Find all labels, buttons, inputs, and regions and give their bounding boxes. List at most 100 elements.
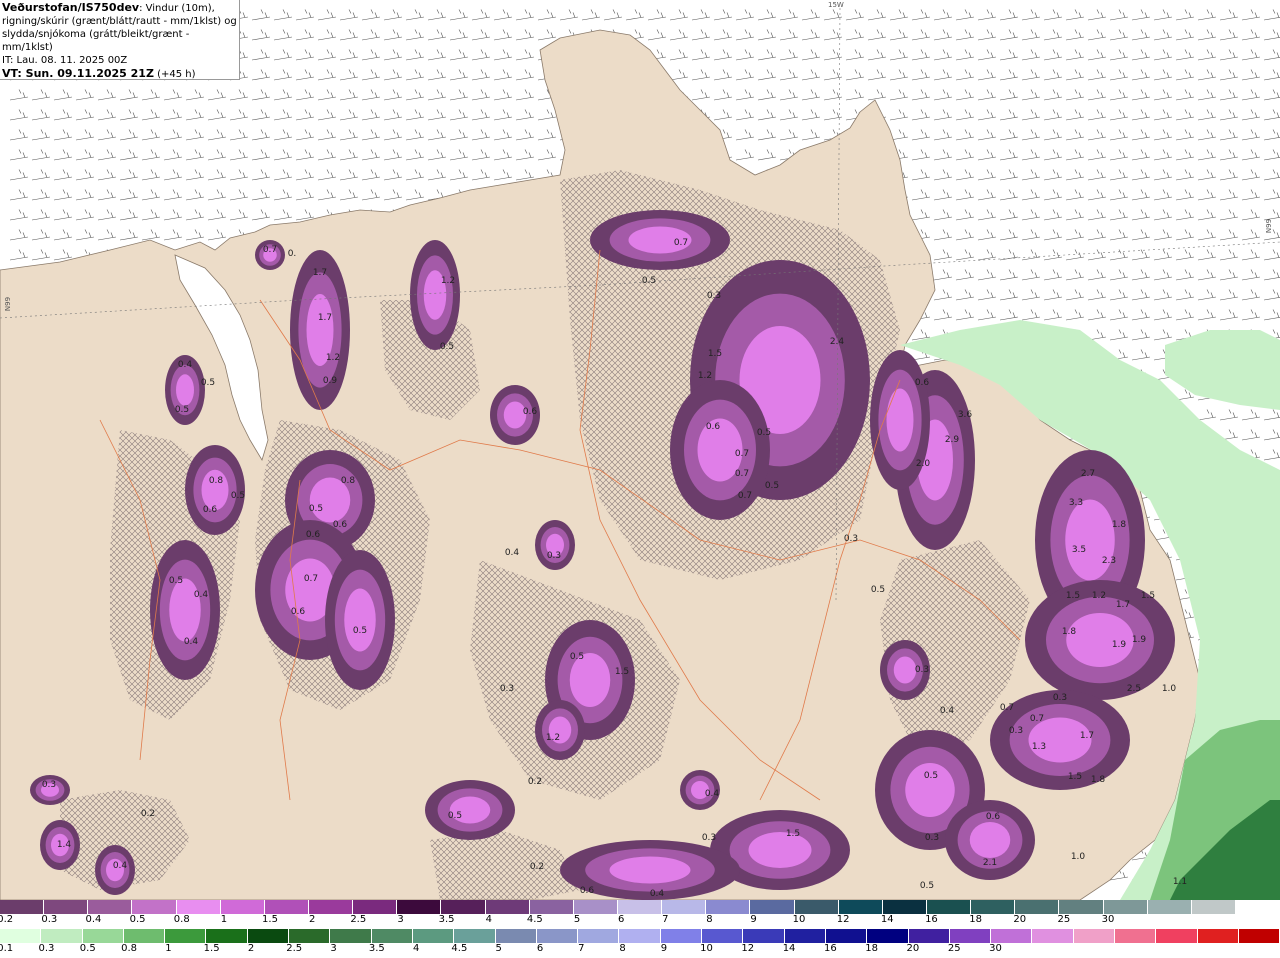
legend-tick-label: 14	[880, 914, 894, 925]
precip-value-label: 1.5	[708, 349, 722, 359]
legend-swatch	[750, 900, 795, 914]
legend-swatch	[1235, 900, 1280, 914]
precip-value-label: 0.5	[642, 276, 656, 286]
precip-value-label: 1.7	[1080, 731, 1094, 741]
snow-blob	[169, 578, 201, 642]
precip-value-label: 1.5	[615, 667, 629, 677]
legend-swatch	[1191, 900, 1236, 914]
legend-swatch	[132, 900, 177, 914]
legend-swatch	[41, 929, 83, 943]
legend-swatch	[617, 900, 663, 914]
legend-tick-label: 2.5	[286, 943, 303, 954]
legend-tick-label: 10	[700, 943, 713, 954]
info-box: Veðurstofan/IS750dev: Vindur (10m), rign…	[0, 0, 240, 80]
precip-value-label: 1.5	[1068, 772, 1082, 782]
precip-value-label: 0.5	[757, 428, 771, 438]
legend-swatch	[536, 929, 579, 943]
precip-value-label: 0.3	[1053, 693, 1067, 703]
precip-value-label: 0.5	[440, 342, 454, 352]
precip-value-label: 2.3	[1102, 556, 1116, 566]
legend-swatch	[485, 900, 530, 914]
legend-swatch	[82, 929, 124, 943]
precip-value-label: 1.9	[1112, 640, 1127, 650]
legend-swatch	[247, 929, 290, 943]
lat-label-left: N99	[4, 296, 13, 312]
snow-blob	[893, 656, 917, 684]
legend-tick-label: 1.5	[203, 943, 220, 954]
legend-rain-colorbar	[0, 929, 1280, 943]
legend-tick-label: 2	[247, 943, 255, 954]
snow-blob	[969, 822, 1011, 858]
precip-value-label: 0.7	[1000, 703, 1014, 713]
legend-swatch	[88, 900, 133, 914]
legend-tick-label: 9	[660, 943, 668, 954]
precip-value-label: 1.2	[698, 371, 712, 381]
legend-swatch	[867, 929, 909, 943]
legend-swatch	[838, 900, 883, 914]
precip-value-label: 0.7	[735, 449, 749, 459]
legend-swatch	[1103, 900, 1148, 914]
precip-value-label: 2.1	[983, 858, 997, 868]
precip-value-label: 0.5	[765, 481, 779, 491]
legend-swatch	[619, 929, 661, 943]
precip-value-label: 0.3	[547, 551, 561, 561]
info-valid-time: VT: Sun. 09.11.2025 21Z	[2, 67, 154, 80]
legend-tick-label: 18	[865, 943, 879, 954]
precip-value-label: 0.6	[986, 812, 1001, 822]
legend-tick-label: 1	[165, 943, 172, 954]
precip-value-label: 0.3	[707, 291, 721, 301]
snow-blob	[886, 388, 914, 452]
precip-value-label: 1.5	[1066, 591, 1080, 601]
precip-value-label: 1.8	[1062, 627, 1077, 637]
info-title-line: Veðurstofan/IS750dev: Vindur (10m), rign…	[2, 1, 237, 54]
legend-swatch	[1032, 929, 1074, 943]
legend-swatch	[926, 900, 972, 914]
precip-value-label: 0.5	[920, 881, 934, 891]
legend-tick-label: 14	[782, 943, 796, 954]
precip-value-label: 0.7	[263, 245, 277, 255]
legend-swatch	[412, 929, 455, 943]
precip-value-label: 1.2	[1092, 591, 1106, 601]
legend-tick-label: 16	[823, 943, 837, 954]
legend-tick-label: 1.5	[262, 914, 278, 925]
precip-value-label: 0.4	[113, 861, 128, 871]
legend-tick-label: 1	[220, 914, 228, 925]
legend-tick-label: 9	[750, 914, 757, 925]
precip-value-label: 1.7	[1116, 600, 1130, 610]
legend-swatch	[1147, 900, 1192, 914]
precip-value-label: 0.7	[674, 238, 688, 248]
legend-tick-label: 8	[619, 943, 626, 954]
legend-swatch	[0, 900, 45, 914]
legend-tick-label: 4	[485, 914, 492, 925]
legend-swatch	[123, 929, 166, 943]
precip-value-label: 0.4	[705, 789, 720, 799]
legend-swatch	[308, 900, 354, 914]
precip-value-label: 0.4	[940, 706, 955, 716]
precip-value-label: 1.2	[441, 276, 455, 286]
precip-value-label: 0.2	[141, 809, 155, 819]
legend-swatch	[289, 929, 331, 943]
legend-swatch	[702, 929, 744, 943]
precip-value-label: 1.0	[1071, 852, 1086, 862]
legend-swatch	[825, 929, 868, 943]
snow-blob	[748, 832, 812, 868]
precip-value-label: 0.5	[231, 491, 245, 501]
legend-swatch	[660, 929, 703, 943]
legend-swatch	[441, 900, 486, 914]
legend-swatch	[1059, 900, 1104, 914]
legend-swatch	[882, 900, 927, 914]
legend-tick-label: 0.5	[129, 914, 146, 925]
legend-tick-label: 20	[1013, 914, 1027, 925]
legend-tick-label: 4	[412, 943, 420, 954]
precip-value-label: 1.8	[1112, 520, 1127, 530]
legend-snow-colorbar	[0, 900, 1280, 914]
precip-value-label: 0.7	[1030, 714, 1044, 724]
precip-value-label: 0.6	[203, 505, 218, 515]
info-title: Veðurstofan/IS750dev	[2, 1, 140, 14]
legend-tick-label: 2	[309, 914, 316, 925]
legend-swatch	[1156, 929, 1198, 943]
legend-swatch	[743, 929, 785, 943]
precip-value-label: 0.6	[306, 530, 321, 540]
precip-value-label: 0.6	[333, 520, 348, 530]
precip-value-label: 0.6	[706, 422, 721, 432]
